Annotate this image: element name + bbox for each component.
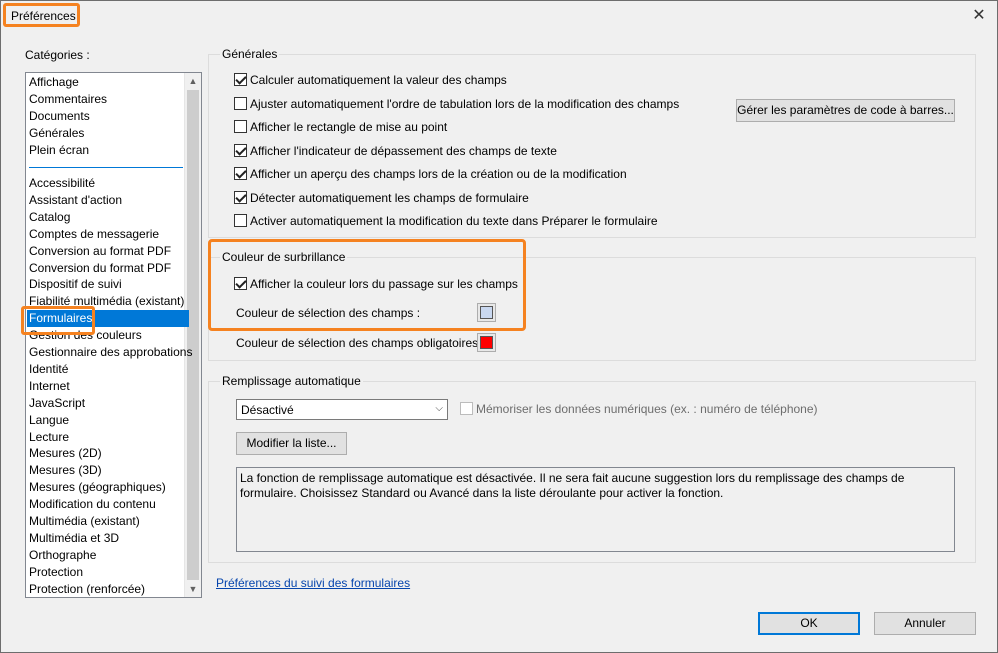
category-item[interactable]: Catalog (27, 209, 189, 226)
category-item[interactable]: Lecture (27, 429, 189, 446)
close-icon[interactable]: ✕ (965, 5, 993, 27)
chevron-down-icon: ⌵ (435, 403, 443, 414)
generales-option[interactable]: Ajuster automatiquement l'ordre de tabul… (234, 95, 679, 111)
formulaires-highlight-annotation (21, 306, 95, 335)
category-item[interactable]: Générales (27, 125, 189, 142)
ok-button[interactable]: OK (758, 612, 860, 635)
category-item[interactable]: Orthographe (27, 547, 189, 564)
autofill-mode-value: Désactivé (241, 403, 294, 417)
option-label: Afficher le rectangle de mise au point (250, 119, 448, 134)
category-item[interactable]: Multimédia (existant) (27, 513, 189, 530)
category-item[interactable]: JavaScript (27, 395, 189, 412)
edit-list-button[interactable]: Modifier la liste... (236, 432, 347, 455)
option-label: Afficher un aperçu des champs lors de la… (250, 166, 627, 181)
categories-separator (29, 167, 183, 168)
option-checkbox[interactable] (234, 73, 247, 87)
title-bar: Préférences ✕ (1, 1, 997, 31)
category-item[interactable]: Langue (27, 412, 189, 429)
generales-option[interactable]: Afficher un aperçu des champs lors de la… (234, 165, 627, 181)
category-item[interactable]: Internet (27, 378, 189, 395)
required-color-swatch (480, 336, 493, 349)
category-item[interactable]: Accessibilité (27, 175, 189, 192)
cancel-button[interactable]: Annuler (874, 612, 976, 635)
category-item[interactable]: Protection (27, 564, 189, 581)
category-item[interactable]: Dispositif de suivi (27, 276, 189, 293)
category-item[interactable]: Commentaires (27, 91, 189, 108)
title-highlight-annotation (3, 3, 80, 27)
generales-option[interactable]: Détecter automatiquement les champs de f… (234, 189, 529, 205)
memorize-numeric-label: Mémoriser les données numériques (ex. : … (476, 401, 818, 416)
category-item[interactable]: Identité (27, 361, 189, 378)
category-item[interactable]: Mesures (géographiques) (27, 479, 189, 496)
option-label: Calculer automatiquement la valeur des c… (250, 72, 507, 87)
option-label: Détecter automatiquement les champs de f… (250, 190, 529, 205)
preferences-dialog: Préférences ✕ Catégories : ▲ ▼ Affichage… (0, 0, 998, 653)
surbrillance-highlight-annotation (208, 239, 526, 331)
autofill-mode-select[interactable]: Désactivé ⌵ (236, 399, 448, 420)
required-color-picker[interactable] (477, 333, 496, 352)
autofill-description: La fonction de remplissage automatique e… (236, 467, 955, 552)
category-item[interactable]: Conversion du format PDF (27, 260, 189, 277)
barcode-settings-button[interactable]: Gérer les paramètres de code à barres... (736, 99, 955, 122)
memorize-numeric-checkbox (460, 402, 473, 416)
category-item[interactable]: Assistant d'action (27, 192, 189, 209)
memorize-numeric-option: Mémoriser les données numériques (ex. : … (460, 401, 818, 416)
remplissage-title: Remplissage automatique (220, 374, 363, 388)
category-item[interactable]: Multimédia et 3D (27, 530, 189, 547)
generales-option[interactable]: Activer automatiquement la modification … (234, 212, 658, 228)
category-item[interactable]: Protection (renforcée) (27, 581, 189, 597)
categories-list[interactable]: ▲ ▼ Affichage Commentaires Documents Généra… (25, 72, 202, 598)
option-checkbox[interactable] (234, 191, 247, 205)
option-label: Activer automatiquement la modification … (250, 213, 658, 228)
category-item[interactable]: Conversion au format PDF (27, 243, 189, 260)
category-item[interactable]: Modification du contenu (27, 496, 189, 513)
required-color-label: Couleur de sélection des champs obligato… (236, 336, 485, 350)
generales-option[interactable]: Afficher le rectangle de mise au point (234, 118, 447, 134)
category-item[interactable]: Mesures (3D) (27, 462, 189, 479)
option-checkbox[interactable] (234, 214, 247, 228)
category-item[interactable]: Comptes de messagerie (27, 226, 189, 243)
option-label: Afficher l'indicateur de dépassement des… (250, 143, 557, 158)
category-item[interactable]: Gestionnaire des approbations (27, 344, 192, 361)
option-label: Ajuster automatiquement l'ordre de tabul… (250, 96, 680, 111)
option-checkbox[interactable] (234, 97, 247, 111)
category-item[interactable]: Plein écran (27, 142, 189, 159)
category-item[interactable]: Documents (27, 108, 189, 125)
form-tracking-preferences-link[interactable]: Préférences du suivi des formulaires (216, 576, 410, 590)
option-checkbox[interactable] (234, 144, 247, 158)
category-item[interactable]: Affichage (27, 74, 189, 91)
category-item[interactable]: Mesures (2D) (27, 445, 189, 462)
option-checkbox[interactable] (234, 167, 247, 181)
generales-option[interactable]: Calculer automatiquement la valeur des c… (234, 71, 507, 87)
generales-option[interactable]: Afficher l'indicateur de dépassement des… (234, 142, 557, 158)
option-checkbox[interactable] (234, 120, 247, 134)
generales-title: Générales (220, 47, 280, 61)
categories-label: Catégories : (25, 48, 90, 62)
